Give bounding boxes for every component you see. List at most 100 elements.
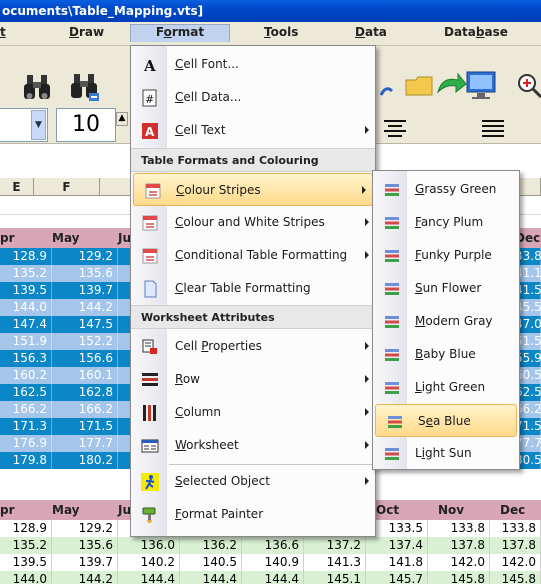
table-cell[interactable]: 171.5 <box>52 418 118 435</box>
table-cell[interactable]: 129.2 <box>52 520 118 537</box>
table-cell[interactable]: 137.8 <box>490 537 541 554</box>
menu-item-worksheet[interactable]: Worksheet <box>131 429 375 462</box>
menu-item-format-painter[interactable]: Format Painter <box>131 498 375 531</box>
table-cell[interactable]: 144.4 <box>242 571 304 584</box>
submenu-item-modern-gray[interactable]: Modern Gray <box>373 305 519 338</box>
table-cell[interactable]: 156.6 <box>52 350 118 367</box>
menu-database[interactable]: Database <box>444 25 508 43</box>
table-cell[interactable]: 136.2 <box>180 537 242 554</box>
table-row[interactable]: 144.0 144.2 144.4 144.4 144.4 145.1 145.7 145.8… <box>0 571 541 584</box>
table-cell[interactable]: 133.8 <box>428 520 490 537</box>
submenu-item-grassy-green[interactable]: Grassy Green <box>373 173 519 206</box>
menu-edit[interactable]: t <box>0 25 6 43</box>
menu-item-column[interactable]: Column <box>131 396 375 429</box>
submenu-item-sea-blue[interactable]: Sea Blue <box>375 404 517 437</box>
table-cell[interactable]: 137.2 <box>304 537 366 554</box>
table-cell[interactable]: 171.3 <box>0 418 52 435</box>
table-cell[interactable]: 179.8 <box>0 452 52 469</box>
table-cell[interactable]: 140.9 <box>242 554 304 571</box>
menu-item-cell-font[interactable]: A Cell Font... <box>131 48 375 81</box>
partial-arrow-button[interactable] <box>376 72 396 110</box>
align-justify-button[interactable] <box>478 118 508 142</box>
table-cell[interactable]: 136.6 <box>242 537 304 554</box>
table-cell[interactable]: 128.9 <box>0 520 52 537</box>
column-header-e[interactable]: E <box>0 178 34 196</box>
menu-format[interactable]: Format <box>130 24 230 42</box>
table-cell[interactable]: 145.7 <box>366 571 428 584</box>
menu-item-colour-stripes[interactable]: Colour Stripes <box>133 173 373 206</box>
table-cell[interactable]: 162.8 <box>52 384 118 401</box>
table-cell[interactable]: 160.2 <box>0 367 52 384</box>
table-cell[interactable]: 144.2 <box>52 571 118 584</box>
table-row[interactable]: 135.2 135.6 136.0 136.2 136.6 137.2 137.4 137.8… <box>0 537 541 554</box>
submenu-item-fancy-plum[interactable]: Fancy Plum <box>373 206 519 239</box>
table-cell[interactable]: 162.5 <box>0 384 52 401</box>
table-cell[interactable]: 144.4 <box>180 571 242 584</box>
table-cell[interactable]: 139.5 <box>0 282 52 299</box>
table-cell[interactable]: 142.0 <box>490 554 541 571</box>
menu-tools[interactable]: Tools <box>264 25 298 43</box>
table-row[interactable]: 139.5 139.7 140.2 140.5 140.9 141.3 141.8 142.0… <box>0 554 541 571</box>
submenu-item-baby-blue[interactable]: Baby Blue <box>373 338 519 371</box>
table-cell[interactable]: 137.8 <box>428 537 490 554</box>
table-cell[interactable]: 135.2 <box>0 537 52 554</box>
table-cell[interactable]: 133.8 <box>490 520 541 537</box>
find-replace-button[interactable] <box>66 68 104 106</box>
table-cell[interactable]: 144.0 <box>0 571 52 584</box>
font-name-combo[interactable]: ▼ <box>0 108 48 142</box>
table-cell[interactable]: 145.8 <box>490 571 541 584</box>
menu-item-conditional-formatting[interactable]: Conditional Table Formatting <box>131 239 375 272</box>
submenu-item-light-green[interactable]: Light Green <box>373 371 519 404</box>
menu-data[interactable]: Data <box>355 25 387 43</box>
table-cell[interactable]: 156.3 <box>0 350 52 367</box>
table-cell[interactable]: 135.2 <box>0 265 52 282</box>
table-cell[interactable]: 135.6 <box>52 265 118 282</box>
table-cell[interactable]: 145.8 <box>428 571 490 584</box>
table-cell[interactable]: 141.8 <box>366 554 428 571</box>
menu-item-selected-object[interactable]: Selected Object <box>131 465 375 498</box>
menu-item-cell-data[interactable]: # Cell Data... <box>131 81 375 114</box>
table-cell[interactable]: 128.9 <box>0 248 52 265</box>
table-cell[interactable]: 141.3 <box>304 554 366 571</box>
table-cell[interactable]: 137.4 <box>366 537 428 554</box>
table-cell[interactable]: 160.1 <box>52 367 118 384</box>
menu-draw[interactable]: Draw <box>69 25 104 43</box>
menu-item-row[interactable]: Row <box>131 363 375 396</box>
table-cell[interactable]: 135.6 <box>52 537 118 554</box>
table-cell[interactable]: 139.5 <box>0 554 52 571</box>
submenu-item-sun-flower[interactable]: Sun Flower <box>373 272 519 305</box>
table-cell[interactable]: 144.0 <box>0 299 52 316</box>
table-cell[interactable]: 139.7 <box>52 282 118 299</box>
table-cell[interactable]: 144.4 <box>118 571 180 584</box>
table-cell[interactable]: 152.2 <box>52 333 118 350</box>
font-size-input[interactable]: 10 <box>56 108 116 142</box>
table-cell[interactable]: 140.2 <box>118 554 180 571</box>
table-cell[interactable]: 147.4 <box>0 316 52 333</box>
submenu-item-funky-purple[interactable]: Funky Purple <box>373 239 519 272</box>
table-cell[interactable]: 176.9 <box>0 435 52 452</box>
table-cell[interactable]: 166.2 <box>52 401 118 418</box>
table-cell[interactable]: 180.2 <box>52 452 118 469</box>
display-button[interactable] <box>462 66 500 104</box>
menu-item-cell-text[interactable]: A Cell Text <box>131 114 375 147</box>
table-cell[interactable]: 144.2 <box>52 299 118 316</box>
zoom-button[interactable] <box>510 66 541 104</box>
menu-item-cell-properties[interactable]: Cell Properties <box>131 330 375 363</box>
table-cell[interactable]: 129.2 <box>52 248 118 265</box>
table-cell[interactable]: 142.0 <box>428 554 490 571</box>
table-cell[interactable]: 147.5 <box>52 316 118 333</box>
menu-item-clear-formatting[interactable]: Clear Table Formatting <box>131 272 375 305</box>
table-cell[interactable]: 166.2 <box>0 401 52 418</box>
table-cell[interactable]: 177.7 <box>52 435 118 452</box>
column-header-f[interactable]: F <box>34 178 100 196</box>
find-binoculars-button[interactable] <box>18 68 56 106</box>
table-cell[interactable]: 151.9 <box>0 333 52 350</box>
align-center-button[interactable] <box>380 118 410 142</box>
table-cell[interactable]: 145.1 <box>304 571 366 584</box>
chevron-down-icon[interactable]: ▼ <box>31 110 46 140</box>
submenu-item-light-sun[interactable]: Light Sun <box>373 437 519 470</box>
menu-item-colour-white-stripes[interactable]: Colour and White Stripes <box>131 206 375 239</box>
table-cell[interactable]: 136.0 <box>118 537 180 554</box>
table-cell[interactable]: 140.5 <box>180 554 242 571</box>
table-cell[interactable]: 139.7 <box>52 554 118 571</box>
